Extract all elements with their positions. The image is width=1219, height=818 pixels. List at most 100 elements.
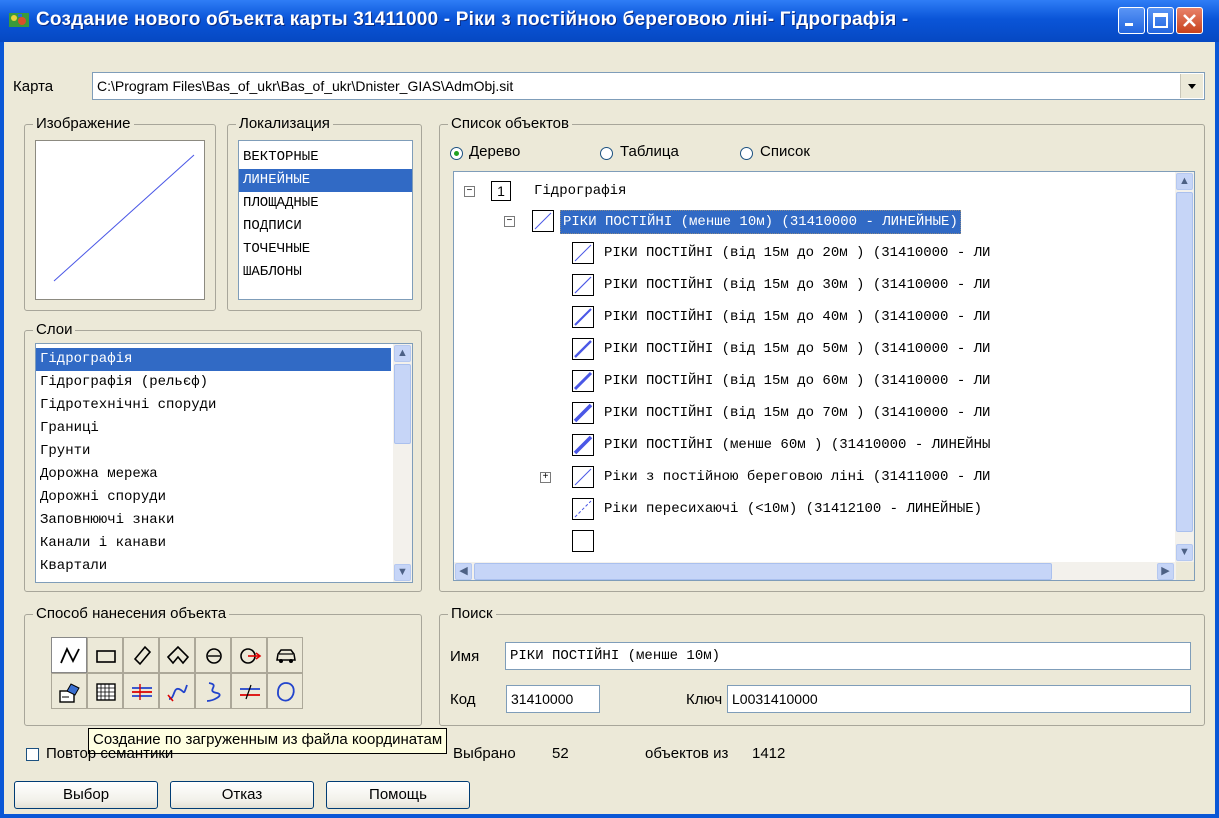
- objects-hscrollbar[interactable]: ◀ ▶: [454, 562, 1176, 580]
- layer-item[interactable]: Дорожна мережа: [36, 463, 391, 486]
- code-input[interactable]: 31410000: [506, 685, 600, 713]
- localization-item-selected[interactable]: ЛИНЕЙНЫЕ: [239, 169, 412, 192]
- tree-radio[interactable]: [450, 147, 463, 160]
- tree-node[interactable]: РІКИ ПОСТІЙНІ (від 15м до 70м ) (3141000…: [454, 400, 1174, 426]
- scroll-up-icon[interactable]: ▲: [394, 345, 411, 362]
- grid-tool-button[interactable]: [87, 673, 123, 709]
- tree-node[interactable]: РІКИ ПОСТІЙНІ (від 15м до 60м ) (3141000…: [454, 368, 1174, 394]
- key-label: Ключ: [686, 691, 723, 708]
- tree-node-label: РІКИ ПОСТІЙНІ (менше 10м) (31410000 - ЛИ…: [560, 210, 961, 234]
- tree-node-collapsed[interactable]: + Ріки з постійною береговою ліні (31411…: [454, 464, 1174, 490]
- tree-node[interactable]: РІКИ ПОСТІЙНІ (від 15м до 30м ) (3141000…: [454, 272, 1174, 298]
- tree-node-label: Гідрографія: [534, 183, 627, 199]
- search-title: Поиск: [448, 605, 496, 622]
- layer-item[interactable]: Дорожні споруди: [36, 486, 391, 509]
- tree-radio-label[interactable]: Дерево: [469, 143, 520, 160]
- minimize-button[interactable]: [1118, 7, 1145, 34]
- layer-item[interactable]: Гідрографія (рельєф): [36, 371, 391, 394]
- tree-node[interactable]: Ріки пересихаючі (<10м) (31412100 - ЛИНЕ…: [454, 496, 1174, 522]
- repeat-semantics-label[interactable]: Повтор семантики: [46, 745, 173, 762]
- tree-node[interactable]: РІКИ ПОСТІЙНІ (від 15м до 20м ) (3141000…: [454, 240, 1174, 266]
- scroll-down-icon[interactable]: ▼: [394, 564, 411, 581]
- collapse-icon[interactable]: −: [504, 216, 515, 227]
- layer-item[interactable]: Грунти: [36, 440, 391, 463]
- circle-arrow-tool-icon: [240, 648, 262, 664]
- layer-item-selected[interactable]: Гідрографія: [36, 348, 391, 371]
- image-group-title: Изображение: [33, 115, 134, 132]
- s-curve-tool-button[interactable]: [195, 673, 231, 709]
- layer-item[interactable]: Заповнюючі знаки: [36, 509, 391, 532]
- double-line-tool-button[interactable]: [231, 673, 267, 709]
- grid-tool-icon: [96, 683, 116, 701]
- tree-node-root[interactable]: − 1 Гідрографія: [454, 178, 1174, 204]
- circle-arrow-tool-button[interactable]: [231, 637, 267, 673]
- repeat-semantics-checkbox[interactable]: [26, 748, 39, 761]
- image-group: Изображение: [24, 115, 216, 311]
- minimize-icon: [1125, 23, 1133, 26]
- table-radio-label[interactable]: Таблица: [620, 143, 679, 160]
- scroll-thumb[interactable]: [1176, 192, 1193, 532]
- vehicle-tool-button[interactable]: [267, 637, 303, 673]
- polygon-tool-button[interactable]: [159, 637, 195, 673]
- layer-item[interactable]: Квартали: [36, 555, 391, 578]
- objects-tree[interactable]: − 1 Гідрографія − РІКИ ПОСТІЙНІ (менше 1…: [453, 171, 1195, 581]
- file-import-tool-button[interactable]: [51, 673, 87, 709]
- localization-item[interactable]: ВЕКТОРНЫЕ: [239, 146, 412, 169]
- select-button[interactable]: Выбор: [14, 781, 158, 809]
- layers-scrollbar[interactable]: ▲ ▼: [393, 344, 412, 582]
- expand-icon[interactable]: +: [540, 472, 551, 483]
- scroll-down-icon[interactable]: ▼: [1176, 544, 1193, 561]
- dialog-body: Карта C:\Program Files\Bas_of_ukr\Bas_of…: [4, 42, 1215, 814]
- title-bar[interactable]: Создание нового объекта карты 31411000 -…: [0, 0, 1219, 42]
- hscroll-thumb[interactable]: [474, 563, 1052, 580]
- layer-item[interactable]: Канали і канави: [36, 532, 391, 555]
- layer-item[interactable]: Границі: [36, 417, 391, 440]
- help-button[interactable]: Помощь: [326, 781, 470, 809]
- maximize-button[interactable]: [1147, 7, 1174, 34]
- list-radio-label[interactable]: Список: [760, 143, 810, 160]
- cancel-button[interactable]: Отказ: [170, 781, 314, 809]
- curve-arrow-tool-button[interactable]: [159, 673, 195, 709]
- map-path-select[interactable]: C:\Program Files\Bas_of_ukr\Bas_of_ukr\D…: [92, 72, 1205, 100]
- list-radio[interactable]: [740, 147, 753, 160]
- scroll-right-icon[interactable]: ▶: [1157, 563, 1174, 580]
- localization-item[interactable]: ШАБЛОНЫ: [239, 261, 412, 284]
- line-object-icon: [572, 274, 594, 296]
- localization-title: Локализация: [236, 115, 333, 132]
- localization-item[interactable]: ПОДПИСИ: [239, 215, 412, 238]
- line-object-icon: [532, 210, 554, 232]
- objects-title: Список объектов: [448, 115, 572, 132]
- name-input[interactable]: РІКИ ПОСТІЙНІ (менше 10м): [505, 642, 1191, 670]
- table-radio[interactable]: [600, 147, 613, 160]
- tree-node-selected[interactable]: − РІКИ ПОСТІЙНІ (менше 10м) (31410000 - …: [454, 208, 1174, 234]
- dropdown-arrow-icon[interactable]: [1180, 74, 1203, 98]
- circle-tool-icon: [206, 648, 222, 664]
- polyline-tool-icon: [60, 646, 80, 664]
- tree-node-label: РІКИ ПОСТІЙНІ (менше 60м ) (31410000 - Л…: [604, 437, 991, 453]
- tree-node[interactable]: РІКИ ПОСТІЙНІ (від 15м до 40м ) (3141000…: [454, 304, 1174, 330]
- drawing-method-title: Способ нанесения объекта: [33, 605, 230, 622]
- rotated-rectangle-tool-icon: [133, 645, 152, 666]
- scroll-left-icon[interactable]: ◀: [455, 563, 472, 580]
- localization-item[interactable]: ТОЧЕЧНЫЕ: [239, 238, 412, 261]
- line-crossing-tool-button[interactable]: [123, 673, 159, 709]
- tree-node[interactable]: РІКИ ПОСТІЙНІ (від 15м до 50м ) (3141000…: [454, 336, 1174, 362]
- line-crossing-tool-icon: [132, 684, 152, 700]
- collapse-icon[interactable]: −: [464, 186, 475, 197]
- loop-tool-button[interactable]: [267, 673, 303, 709]
- circle-tool-button[interactable]: [195, 637, 231, 673]
- localization-list[interactable]: ВЕКТОРНЫЕ ЛИНЕЙНЫЕ ПЛОЩАДНЫЕ ПОДПИСИ ТОЧ…: [238, 140, 413, 300]
- key-input[interactable]: L0031410000: [727, 685, 1191, 713]
- scroll-thumb[interactable]: [394, 364, 411, 444]
- layers-list[interactable]: Гідрографія Гідрографія (рельєф) Гідроте…: [35, 343, 413, 583]
- close-button[interactable]: [1176, 7, 1203, 34]
- layer-item[interactable]: Гідротехнічні споруди: [36, 394, 391, 417]
- polyline-tool-button[interactable]: [51, 637, 87, 673]
- scroll-up-icon[interactable]: ▲: [1176, 173, 1193, 190]
- objects-vscrollbar[interactable]: ▲ ▼: [1175, 172, 1194, 562]
- localization-item[interactable]: ПЛОЩАДНЫЕ: [239, 192, 412, 215]
- rectangle-tool-icon: [96, 650, 116, 663]
- rotated-rectangle-tool-button[interactable]: [123, 637, 159, 673]
- tree-node[interactable]: РІКИ ПОСТІЙНІ (менше 60м ) (31410000 - Л…: [454, 432, 1174, 458]
- rectangle-tool-button[interactable]: [87, 637, 123, 673]
